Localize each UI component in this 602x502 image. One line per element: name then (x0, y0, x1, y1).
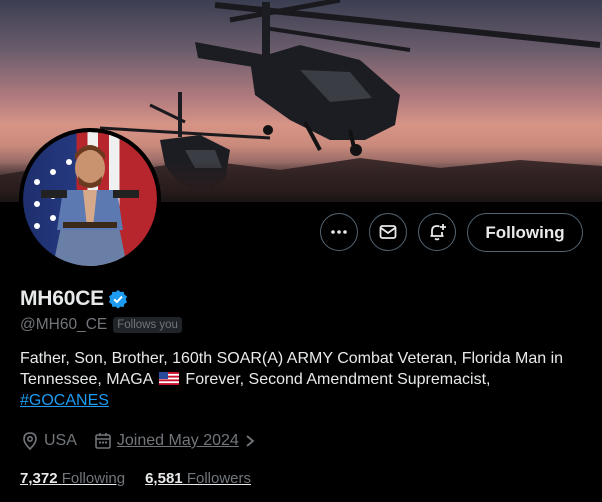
more-button[interactable] (320, 213, 358, 251)
follow-stats: 7,372 Following 6,581 Followers (20, 470, 271, 487)
joined-prefix: Joined (116, 432, 165, 449)
avatar[interactable] (19, 128, 161, 270)
display-name-row: MH60CE (20, 287, 128, 311)
avatar-image (23, 132, 157, 266)
us-flag-icon (158, 372, 179, 385)
location-text: USA (44, 432, 77, 449)
envelope-icon (379, 225, 397, 239)
hashtag-link[interactable]: #GOCANES (20, 392, 109, 409)
following-button[interactable]: Following (467, 213, 583, 252)
follows-you-badge: Follows you (113, 317, 182, 333)
handle: @MH60_CE (20, 316, 108, 333)
followers-stat[interactable]: 6,581 Followers (145, 470, 251, 487)
message-button[interactable] (369, 213, 407, 251)
followers-label: Followers (186, 470, 251, 487)
following-label: Following (61, 470, 126, 487)
joined-item[interactable]: Joined May 2024 (93, 431, 261, 451)
bio-text-2: Forever, Second Amendment Supremacist, (180, 371, 491, 388)
notifications-button[interactable] (418, 213, 456, 251)
handle-row: @MH60_CE Follows you (20, 316, 182, 334)
following-stat[interactable]: 7,372 Following (20, 470, 125, 487)
joined-date: May 2024 (168, 432, 239, 449)
more-icon (331, 230, 347, 234)
location-item: USA (20, 431, 77, 451)
calendar-icon (95, 433, 111, 449)
display-name: MH60CE (20, 287, 104, 310)
following-count: 7,372 (20, 470, 58, 487)
bell-plus-icon (430, 224, 446, 241)
location-pin-icon (23, 432, 37, 451)
chevron-right-icon (246, 435, 255, 447)
verified-badge-icon[interactable] (108, 289, 128, 309)
profile-meta: USA Joined May 2024 (20, 431, 277, 451)
bio: Father, Son, Brother, 160th SOAR(A) ARMY… (20, 348, 580, 411)
followers-count: 6,581 (145, 470, 183, 487)
